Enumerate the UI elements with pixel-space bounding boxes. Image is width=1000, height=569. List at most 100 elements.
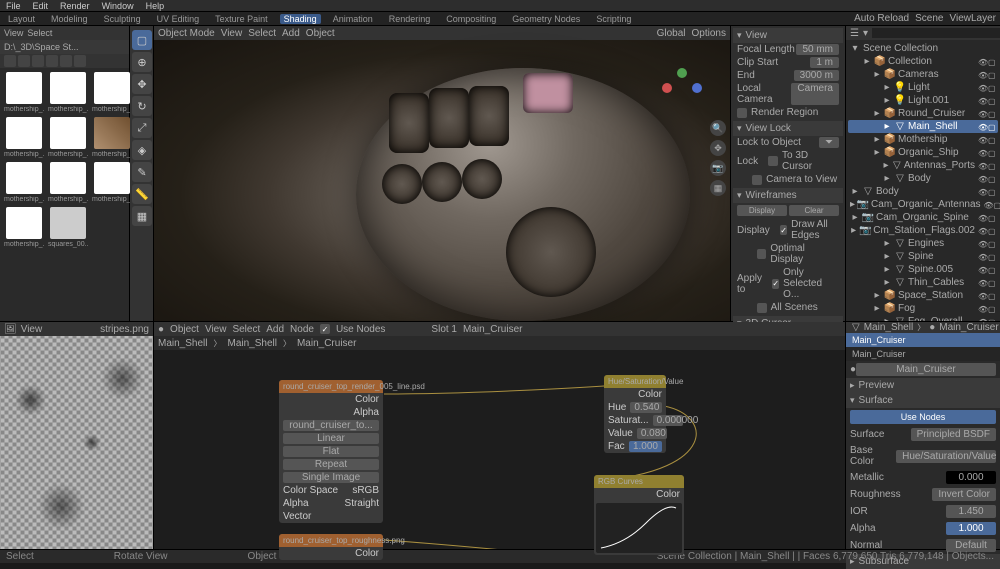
metallic-field[interactable]: 0.000 <box>946 471 996 484</box>
fb-item[interactable]: mothership_... <box>92 117 132 158</box>
extension-dropdown[interactable]: Repeat <box>283 459 379 470</box>
outliner-item[interactable]: ▸📷Cm_Station_Flags.002👁▢ <box>848 224 998 237</box>
fb-menu-select[interactable]: Select <box>27 28 52 38</box>
image-texture-node[interactable]: round_cruiser_top_render_005_line.psd Co… <box>279 380 383 523</box>
outliner-root[interactable]: ▾Scene Collection <box>848 42 998 55</box>
image-texture-node-2[interactable]: round_cruiser_top_roughness.png Color <box>279 534 383 560</box>
camera-view-icon[interactable]: 📷 <box>710 160 726 176</box>
material-slots[interactable]: Main_Cruiser Main_Cruiser <box>846 333 1000 361</box>
breadcrumb-mat[interactable]: Main_Cruiser <box>297 338 356 349</box>
tab-uv-editing[interactable]: UV Editing <box>153 14 204 24</box>
wireframe-display-btn[interactable]: Display <box>737 205 787 216</box>
outliner-item[interactable]: ▸📦Mothership👁▢ <box>848 133 998 146</box>
ne-menu-add[interactable]: Add <box>266 324 284 335</box>
viewlayer-selector[interactable]: ViewLayer <box>949 13 996 24</box>
orientation-selector[interactable]: Global <box>657 28 686 39</box>
auto-reload-label[interactable]: Auto Reload <box>854 13 909 24</box>
add-cube-tool-icon[interactable]: ▦ <box>132 206 152 226</box>
clip-end-field[interactable]: 3000 m <box>794 70 839 81</box>
breadcrumb-mesh[interactable]: Main_Shell <box>227 338 276 349</box>
clip-start-field[interactable]: 1 m <box>810 57 839 68</box>
select-box-tool-icon[interactable]: ▢ <box>132 30 152 50</box>
surface-shader-dropdown[interactable]: Principled BSDF <box>911 428 996 441</box>
ne-menu-select[interactable]: Select <box>232 324 260 335</box>
outliner-item[interactable]: ▸▽Fog_Overall👁▢ <box>848 315 998 321</box>
outliner-item[interactable]: ▸💡Light.001👁▢ <box>848 94 998 107</box>
outliner-item[interactable]: ▸▽Body👁▢ <box>848 185 998 198</box>
cursor-tool-icon[interactable]: ⊕ <box>132 52 152 72</box>
lock-camera-checkbox[interactable] <box>752 175 762 185</box>
menu-window[interactable]: Window <box>102 1 134 11</box>
vp-menu-view[interactable]: View <box>221 28 243 39</box>
fb-item[interactable]: mothership_... <box>4 207 44 248</box>
outliner-item[interactable]: ▸▽Antennas_Ports👁▢ <box>848 159 998 172</box>
outliner-item[interactable]: ▸▽Main_Shell👁▢ <box>848 120 998 133</box>
np-viewlock-header[interactable]: ▾ View Lock <box>733 121 843 136</box>
tab-layout[interactable]: Layout <box>4 14 39 24</box>
material-slot[interactable]: Main_Cruiser <box>846 333 1000 347</box>
hsv-node[interactable]: Hue/Saturation/Value Color Hue0.540 Satu… <box>604 375 666 453</box>
outliner-item[interactable]: ▸📦Fog👁▢ <box>848 302 998 315</box>
only-selected-checkbox[interactable] <box>772 279 779 289</box>
filter-icon[interactable] <box>74 55 86 67</box>
tab-compositing[interactable]: Compositing <box>442 14 500 24</box>
use-nodes-button[interactable]: Use Nodes <box>850 410 996 424</box>
sat-field[interactable]: 0.000000 <box>653 415 683 426</box>
tab-shading[interactable]: Shading <box>280 14 321 24</box>
rotate-tool-icon[interactable]: ↻ <box>132 96 152 116</box>
image-canvas[interactable] <box>0 336 153 549</box>
ne-menu-view[interactable]: View <box>205 324 227 335</box>
scene-selector[interactable]: Scene <box>915 13 943 24</box>
move-tool-icon[interactable]: ✥ <box>132 74 152 94</box>
scale-tool-icon[interactable]: ⤢ <box>132 118 152 138</box>
menu-file[interactable]: File <box>6 1 21 11</box>
np-wireframes-header[interactable]: ▾ Wireframes <box>733 188 843 203</box>
outliner-item[interactable]: ▸📦Organic_Ship👁▢ <box>848 146 998 159</box>
tab-sculpting[interactable]: Sculpting <box>100 14 145 24</box>
tab-modeling[interactable]: Modeling <box>47 14 92 24</box>
fb-item[interactable]: mothership_... <box>4 162 44 203</box>
fb-path[interactable]: D:\_3D\Space St... <box>0 40 129 54</box>
render-region-checkbox[interactable] <box>737 108 747 118</box>
ior-field[interactable]: 1.450 <box>946 505 996 518</box>
ne-menu-node[interactable]: Node <box>290 324 314 335</box>
projection-dropdown[interactable]: Flat <box>283 446 379 457</box>
outliner-item[interactable]: ▸▽Spine👁▢ <box>848 250 998 263</box>
vp-menu-object[interactable]: Object <box>306 28 335 39</box>
pan-icon[interactable]: ✥ <box>710 140 726 156</box>
fb-item[interactable]: mothership_... <box>48 72 88 113</box>
base-color-field[interactable]: Hue/Saturation/Value <box>896 450 996 463</box>
vp-menu-select[interactable]: Select <box>248 28 276 39</box>
np-view-header[interactable]: ▾ View <box>733 28 843 43</box>
fb-item[interactable]: mothership_... <box>48 117 88 158</box>
outliner-item[interactable]: ▸▽Engines👁▢ <box>848 237 998 250</box>
outliner-item[interactable]: ▸📦Round_Cruiser👁▢ <box>848 107 998 120</box>
outliner-item[interactable]: ▸▽Spine.005👁▢ <box>848 263 998 276</box>
local-camera-field[interactable]: Camera <box>791 83 839 105</box>
material-name-field[interactable]: Main_Cruiser <box>856 363 996 376</box>
curve-widget[interactable] <box>596 503 682 553</box>
tab-geometry-nodes[interactable]: Geometry Nodes <box>508 14 584 24</box>
zoom-icon[interactable]: 🔍 <box>710 120 726 136</box>
outliner-search-input[interactable] <box>872 28 1000 38</box>
lock-object-field[interactable]: ⏷ <box>819 137 839 148</box>
material-selector[interactable]: Main_Cruiser <box>463 324 522 335</box>
measure-tool-icon[interactable]: 📏 <box>132 184 152 204</box>
wireframe-clear-btn[interactable]: Clear <box>789 205 839 216</box>
display-thumb-icon[interactable] <box>32 55 44 67</box>
outliner-item[interactable]: ▸💡Light👁▢ <box>848 81 998 94</box>
outliner-item[interactable]: ▸📦Cameras👁▢ <box>848 68 998 81</box>
recurse-icon[interactable] <box>4 55 16 67</box>
outliner-item[interactable]: ▸📷Cam_Organic_Antennas👁▢ <box>848 198 998 211</box>
roughness-field[interactable]: Invert Color <box>932 488 996 501</box>
display-list-icon[interactable] <box>18 55 30 67</box>
slot-selector[interactable]: Slot 1 <box>431 324 457 335</box>
fb-item[interactable]: squares_00... <box>48 207 88 248</box>
node-header[interactable]: round_cruiser_top_render_005_line.psd <box>279 380 383 393</box>
outliner-filter-icon[interactable]: ▾ <box>863 28 868 39</box>
outliner-item[interactable]: ▸▽Body👁▢ <box>848 172 998 185</box>
outliner-item[interactable]: ▸📦Collection👁▢ <box>848 55 998 68</box>
material-slot[interactable]: Main_Cruiser <box>846 347 1000 361</box>
props-preview-header[interactable]: ▸ Preview <box>846 378 1000 393</box>
hue-field[interactable]: 0.540 <box>630 402 662 413</box>
